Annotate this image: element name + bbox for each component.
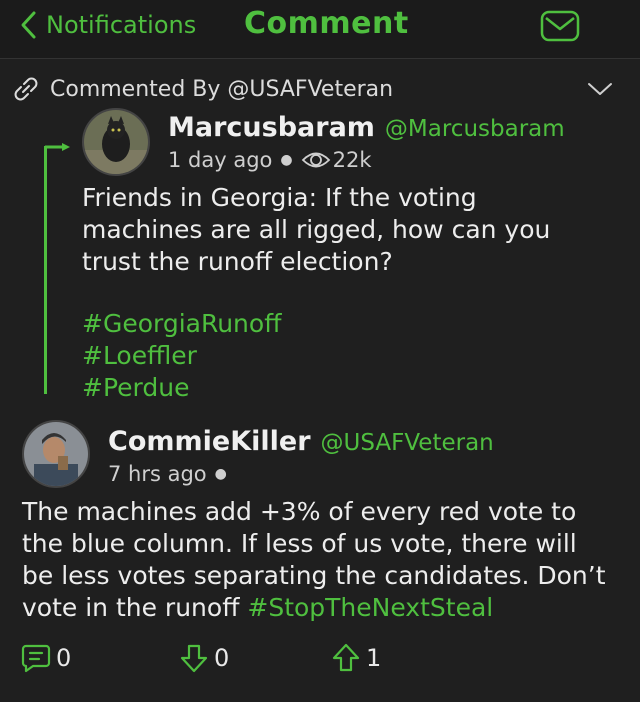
upvote-arrow-icon <box>332 643 360 672</box>
avatar[interactable] <box>22 420 90 488</box>
comment-actions: 0 0 1 <box>20 642 440 678</box>
chevron-down-icon[interactable] <box>586 80 614 98</box>
post-hashtags: #GeorgiaRunoff #Loeffler #Perdue <box>82 308 602 404</box>
chevron-left-icon <box>21 11 36 39</box>
thread-line <box>44 146 47 394</box>
post-time: 1 day ago <box>168 148 273 172</box>
comment-author-handle[interactable]: @USAFVeteran <box>321 430 494 456</box>
post-author[interactable]: Marcusbaram @Marcusbaram <box>168 112 565 143</box>
thread-arrow-icon <box>45 143 70 151</box>
cat-avatar-image <box>84 110 148 174</box>
comment-text: The machines add +3% of every red vote t… <box>22 496 612 624</box>
hashtag-link[interactable]: #Perdue <box>82 372 602 404</box>
upvote-button[interactable]: 1 <box>330 642 381 674</box>
post-author-handle[interactable]: @Marcusbaram <box>385 116 565 142</box>
page-title: Comment <box>244 6 409 41</box>
back-label: Notifications <box>46 11 197 39</box>
avatar[interactable] <box>82 108 150 176</box>
post-body: Friends in Georgia: If the voting machin… <box>82 183 551 276</box>
hashtag-link[interactable]: #Loeffler <box>82 340 602 372</box>
downvote-button[interactable]: 0 <box>178 642 229 674</box>
downvote-arrow-icon <box>180 644 208 673</box>
top-bar: Notifications Comment <box>0 0 640 59</box>
hashtag-link[interactable]: #GeorgiaRunoff <box>82 308 602 340</box>
eye-icon <box>301 152 330 168</box>
back-button[interactable]: Notifications <box>18 8 196 42</box>
post-author-name: Marcusbaram <box>168 112 375 143</box>
separator-dot: ● <box>280 152 293 168</box>
hashtag-link[interactable]: #StopTheNextSteal <box>247 593 493 622</box>
comment-icon <box>21 644 51 673</box>
post-views: 22k <box>332 148 372 172</box>
upvote-count: 1 <box>366 644 382 672</box>
person-avatar-image <box>24 422 88 486</box>
post-text: Friends in Georgia: If the voting machin… <box>82 182 602 278</box>
downvote-count: 0 <box>214 644 230 672</box>
comment-time: 7 hrs ago <box>108 462 207 486</box>
reply-button[interactable]: 0 <box>20 642 71 674</box>
reply-count: 0 <box>56 644 72 672</box>
comment-meta: 7 hrs ago ● <box>108 462 227 486</box>
comment-author-name: CommieKiller <box>108 426 311 457</box>
commented-by-row: Commented By @USAFVeteran <box>12 74 624 104</box>
post-meta: 1 day ago ● 22k <box>168 148 372 172</box>
comment-author[interactable]: CommieKiller @USAFVeteran <box>108 426 494 457</box>
commented-by-label: Commented By @USAFVeteran <box>50 76 394 102</box>
link-icon <box>14 77 38 101</box>
separator-dot: ● <box>214 466 227 482</box>
mail-icon[interactable] <box>540 10 580 42</box>
